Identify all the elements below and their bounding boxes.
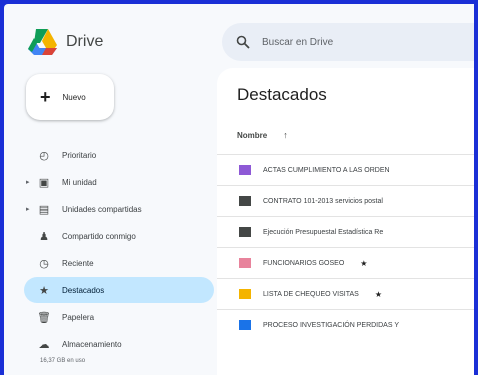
sidebar-item-priority[interactable]: ◴ Prioritario [24,142,214,168]
file-name: LISTA DE CHEQUEO VISITAS [263,290,359,298]
new-button[interactable]: + Nuevo [26,74,114,120]
file-row[interactable]: Ejecución Presupuestal Estadística Re [217,216,474,247]
sidebar-item-shared-drives[interactable]: ▸ ▤ Unidades compartidas [24,196,214,222]
drive-window: Drive Buscar en Drive + Nuevo ◴ Priorita… [4,4,474,375]
sort-by-name-label[interactable]: Nombre [237,131,267,140]
sidebar-item-label: Papelera [62,312,95,322]
sidebar-nav: ◴ Prioritario ▸ ▣ Mi unidad ▸ ▤ Unidades… [24,142,214,358]
app-title: Drive [66,33,104,50]
file-name: Ejecución Presupuestal Estadística Re [263,228,384,236]
plus-icon: + [40,87,51,107]
sidebar-item-shared-with-me[interactable]: ♟ Compartido conmigo [24,223,214,249]
sidebar-item-label: Unidades compartidas [62,204,142,214]
clock-check-icon: ◴ [39,149,49,162]
cloud-icon: ☁ [38,338,50,351]
sidebar-item-label: Almacenamiento [62,339,122,349]
file-name: FUNCIONARIOS GOSEO [263,259,345,267]
file-row[interactable]: ACTAS CUMPLIMIENTO A LAS ORDEN [217,154,474,185]
clock-icon: ◷ [39,257,49,270]
file-list: ACTAS CUMPLIMIENTO A LAS ORDEN CONTRATO 1… [217,154,474,340]
new-button-label: Nuevo [62,92,86,102]
starred-icon: ★ [360,258,368,268]
search-input[interactable]: Buscar en Drive [262,37,333,48]
search-bar[interactable]: Buscar en Drive [222,23,474,61]
sidebar-item-label: Mi unidad [62,177,97,187]
sidebar-item-label: Destacados [62,285,105,295]
file-name: PROCESO INVESTIGACIÓN PERDIDAS Y [263,321,400,329]
sidebar-item-label: Reciente [62,258,94,268]
expand-caret-icon[interactable]: ▸ [26,205,30,213]
starred-icon: ★ [374,289,382,299]
drive-logo-icon [28,29,57,55]
shared-drives-icon: ▤ [38,203,50,216]
file-row[interactable]: FUNCIONARIOS GOSEO ★ [217,247,474,278]
sidebar-item-recent[interactable]: ◷ Reciente [24,250,214,276]
drive-icon: ▣ [38,176,50,189]
folder-icon [239,165,251,175]
trash-icon: 🗑 [37,311,51,324]
storage-usage-text: 16,37 GB en uso [40,358,86,364]
file-row[interactable]: CONTRATO 101-2013 servicios postal [217,185,474,216]
page-title: Destacados [237,85,327,104]
star-icon: ★ [39,284,49,297]
file-row[interactable]: LISTA DE CHEQUEO VISITAS ★ [217,278,474,309]
people-icon: ♟ [39,230,49,243]
sidebar-item-storage[interactable]: ☁ Almacenamiento [24,331,214,357]
folder-icon [239,258,251,268]
folder-icon [239,289,251,299]
sidebar-item-trash[interactable]: 🗑 Papelera [24,304,214,330]
sort-header[interactable]: Nombre ↑ [237,130,288,140]
file-row[interactable]: PROCESO INVESTIGACIÓN PERDIDAS Y [217,309,474,340]
file-name: CONTRATO 101-2013 servicios postal [263,197,383,205]
folder-icon [239,320,251,330]
sort-arrow-up-icon[interactable]: ↑ [283,130,288,140]
expand-caret-icon[interactable]: ▸ [26,178,30,186]
search-icon[interactable] [236,35,250,49]
file-name: ACTAS CUMPLIMIENTO A LAS ORDEN [263,166,390,174]
sidebar-item-label: Prioritario [62,150,97,160]
sidebar-item-label: Compartido conmigo [62,231,136,241]
sidebar-item-starred[interactable]: ★ Destacados [24,277,214,303]
main-content: Destacados Nombre ↑ ACTAS CUMPLIMIENTO A… [217,68,474,375]
drive-logo[interactable]: Drive [26,28,103,56]
folder-icon [239,227,251,237]
folder-icon [239,196,251,206]
sidebar-item-my-drive[interactable]: ▸ ▣ Mi unidad [24,169,214,195]
